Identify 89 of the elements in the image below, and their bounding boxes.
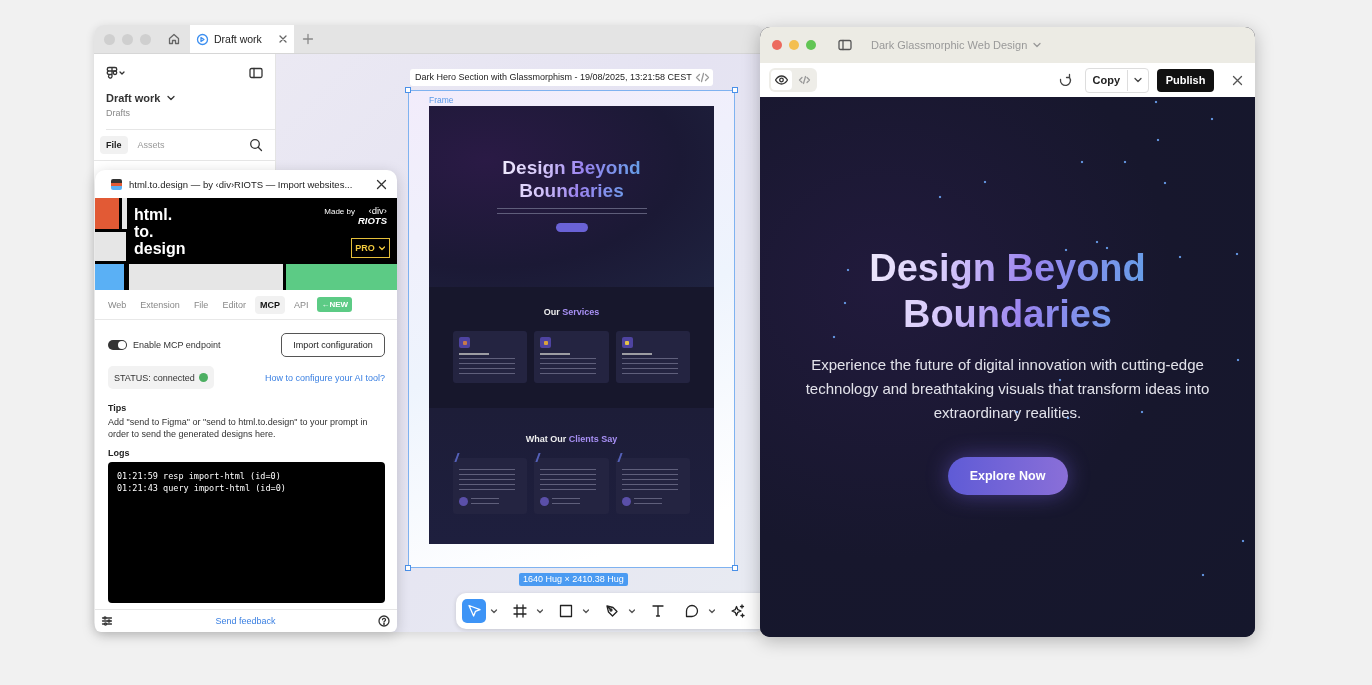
caret-icon[interactable] bbox=[1133, 75, 1143, 85]
logo-text: to. bbox=[134, 223, 155, 240]
service-icon bbox=[621, 337, 633, 348]
section-heading: Logs bbox=[108, 448, 131, 458]
file-name-menu[interactable]: Draft work bbox=[106, 92, 177, 104]
plan-button[interactable]: PRO bbox=[351, 238, 390, 258]
plugin-tab[interactable]: File bbox=[188, 295, 214, 314]
feedback-link[interactable]: Send feedback bbox=[215, 616, 276, 626]
sidebar-toggle-icon[interactable] bbox=[249, 67, 263, 79]
log-entry: 01:21:59 resp import-html (id=0) bbox=[117, 470, 282, 482]
explore-button[interactable]: Explore Now bbox=[947, 457, 1068, 495]
text-lines bbox=[621, 353, 652, 355]
caret-icon bbox=[377, 244, 386, 252]
refresh-icon[interactable] bbox=[1057, 73, 1072, 87]
plugin-tab[interactable]: Extension bbox=[135, 295, 185, 314]
plugin-tab[interactable]: API bbox=[288, 295, 314, 314]
plugin-tab[interactable]: MCP bbox=[254, 295, 285, 314]
text-lines bbox=[540, 353, 571, 355]
caret-icon[interactable] bbox=[536, 607, 544, 615]
resize-handle[interactable] bbox=[732, 565, 738, 571]
panel-tab[interactable]: File bbox=[100, 136, 128, 154]
resize-handle[interactable] bbox=[405, 565, 411, 571]
new-badge: ←NEW bbox=[317, 297, 353, 312]
code-icon[interactable] bbox=[692, 69, 713, 86]
figma-logo-icon[interactable] bbox=[106, 66, 126, 80]
caret-icon bbox=[1032, 40, 1043, 50]
color-block bbox=[95, 264, 124, 290]
maker-logo-text: RIOTS bbox=[357, 216, 387, 226]
tips-text: Add "send to Figma" or "send to html.to.design" to your prompt in order to send the generated designs here. bbox=[108, 416, 369, 440]
close-icon[interactable] bbox=[278, 34, 288, 44]
panel-tab[interactable]: Assets bbox=[131, 136, 171, 154]
file-name: Draft work bbox=[106, 92, 161, 104]
service-icon bbox=[459, 337, 470, 348]
quote-mark bbox=[617, 453, 623, 462]
frame-name-label: Frame bbox=[429, 95, 454, 106]
caret-icon bbox=[166, 93, 177, 103]
plugin-icon bbox=[111, 178, 122, 190]
avatar-circle bbox=[540, 497, 550, 506]
document-title-menu[interactable]: Dark Glassmorphic Web Design bbox=[871, 39, 1043, 51]
section-heading: What Our Clients Say bbox=[525, 434, 618, 444]
help-link[interactable]: How to configure your AI tool? bbox=[264, 372, 385, 383]
tab-title: Draft work bbox=[214, 33, 263, 45]
hero-text: Experience the future of digital innovation with cutting-edge technology and breathtaking visuals that transform ideas into extraordinary realities. bbox=[804, 355, 1211, 423]
button-shape bbox=[555, 223, 588, 232]
resize-handle[interactable] bbox=[732, 87, 738, 93]
eye-icon[interactable] bbox=[771, 70, 792, 90]
toggle-label: Enable MCP endpoint bbox=[133, 340, 221, 350]
color-block bbox=[122, 198, 127, 229]
avatar-circle bbox=[459, 497, 468, 506]
search-icon[interactable] bbox=[249, 138, 263, 152]
move-tool-icon[interactable] bbox=[462, 599, 486, 623]
text-lines bbox=[459, 353, 489, 355]
help-icon[interactable] bbox=[378, 615, 390, 627]
quote-mark bbox=[535, 453, 541, 462]
plugin-tab[interactable]: Editor bbox=[217, 295, 251, 314]
resize-handle[interactable] bbox=[405, 87, 411, 93]
log-entry: 01:21:43 query import-html (id=0) bbox=[117, 482, 287, 494]
close-icon[interactable] bbox=[1232, 74, 1243, 86]
caret-icon[interactable] bbox=[628, 607, 636, 615]
service-icon bbox=[540, 337, 552, 348]
quote-mark bbox=[454, 453, 460, 462]
document-tab[interactable]: Draft work bbox=[190, 25, 294, 53]
caret-icon[interactable] bbox=[708, 607, 716, 615]
sidebar-toggle-icon[interactable] bbox=[838, 39, 852, 51]
avatar-circle bbox=[621, 497, 631, 506]
plugin-tab[interactable]: Web bbox=[103, 295, 132, 314]
text-lines bbox=[552, 498, 581, 505]
logo-text: design bbox=[134, 240, 186, 257]
made-by-label: Made by bbox=[324, 207, 355, 216]
color-block bbox=[95, 198, 119, 229]
selection-frame[interactable]: Frame Design Beyond Boundaries Our Services What Our Clients Say bbox=[408, 90, 735, 568]
plugin-title: html.to.design — by ‹div›RIOTS — Import websites... bbox=[129, 178, 354, 190]
text-lines bbox=[633, 498, 662, 505]
text-lines bbox=[471, 498, 499, 505]
caret-icon[interactable] bbox=[582, 607, 590, 615]
size-label: 1640 Hug × 2410.38 Hug bbox=[519, 573, 628, 586]
status-text: STATUS: connected bbox=[114, 372, 195, 383]
logo-text: html. bbox=[134, 206, 174, 223]
section-heading: Tips bbox=[108, 403, 128, 413]
toggle-switch[interactable] bbox=[108, 340, 127, 350]
import-configuration-button[interactable]: Import configuration bbox=[281, 333, 385, 357]
maker-logo-text: ‹div› bbox=[367, 206, 387, 216]
close-icon[interactable] bbox=[376, 178, 387, 190]
section-heading: Our Services bbox=[543, 307, 600, 317]
project-name: Drafts bbox=[106, 108, 275, 130]
home-icon[interactable] bbox=[167, 32, 181, 46]
publish-button[interactable]: Publish bbox=[1157, 68, 1214, 92]
settings-icon[interactable] bbox=[101, 615, 113, 627]
caret-icon[interactable] bbox=[490, 607, 498, 615]
